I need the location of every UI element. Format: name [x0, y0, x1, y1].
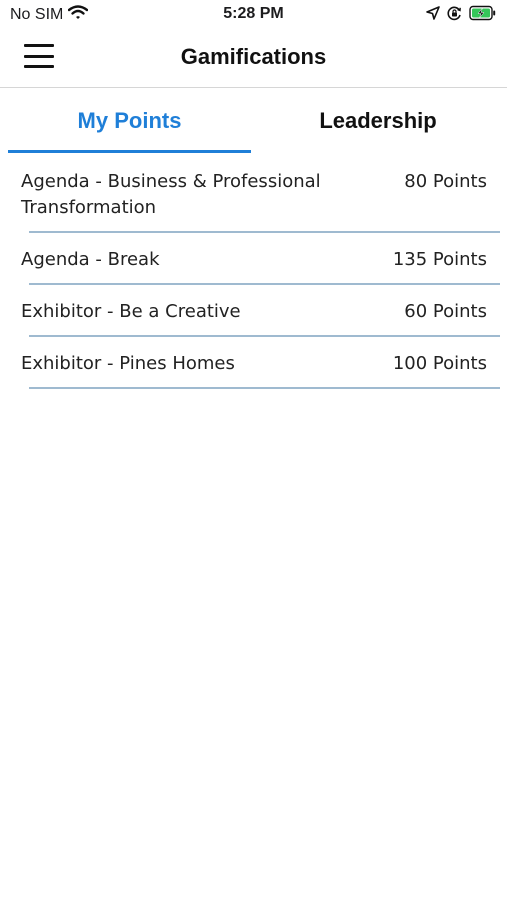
list-item[interactable]: Exhibitor - Be a Creative 60 Points	[0, 285, 507, 337]
page-title: Gamifications	[180, 44, 327, 69]
list-item-name: Exhibitor - Be a Creative	[21, 301, 241, 322]
battery-charging-icon	[469, 5, 497, 26]
list-item-name: Agenda - Business & Professional Transfo…	[21, 171, 321, 218]
status-right	[419, 5, 497, 26]
navigation-bar: Gamifications	[0, 30, 507, 88]
list-item-points: 60 Points	[404, 301, 487, 322]
list-item-points: 100 Points	[392, 353, 487, 374]
list-item[interactable]: Agenda - Break 135 Points	[0, 233, 507, 285]
list-item[interactable]: Agenda - Business & Professional Transfo…	[0, 155, 507, 233]
status-bar: No SIM 5:28 PM	[0, 0, 507, 30]
list-item-name: Exhibitor - Pines Homes	[21, 353, 235, 374]
list-item[interactable]: Exhibitor - Pines Homes 100 Points	[0, 337, 507, 389]
tab-leadership[interactable]: Leadership	[251, 89, 505, 153]
list-item-points: 135 Points	[392, 249, 487, 270]
row-divider	[29, 387, 500, 389]
points-list: Agenda - Business & Professional Transfo…	[0, 155, 507, 389]
orientation-lock-icon	[447, 6, 462, 26]
location-arrow-icon	[426, 6, 440, 25]
tab-bar: My Points Leadership	[0, 89, 507, 155]
list-item-points: 80 Points	[404, 171, 487, 192]
active-tab-indicator	[8, 150, 251, 153]
list-item-name: Agenda - Break	[21, 249, 160, 270]
tab-my-points[interactable]: My Points	[8, 89, 251, 153]
